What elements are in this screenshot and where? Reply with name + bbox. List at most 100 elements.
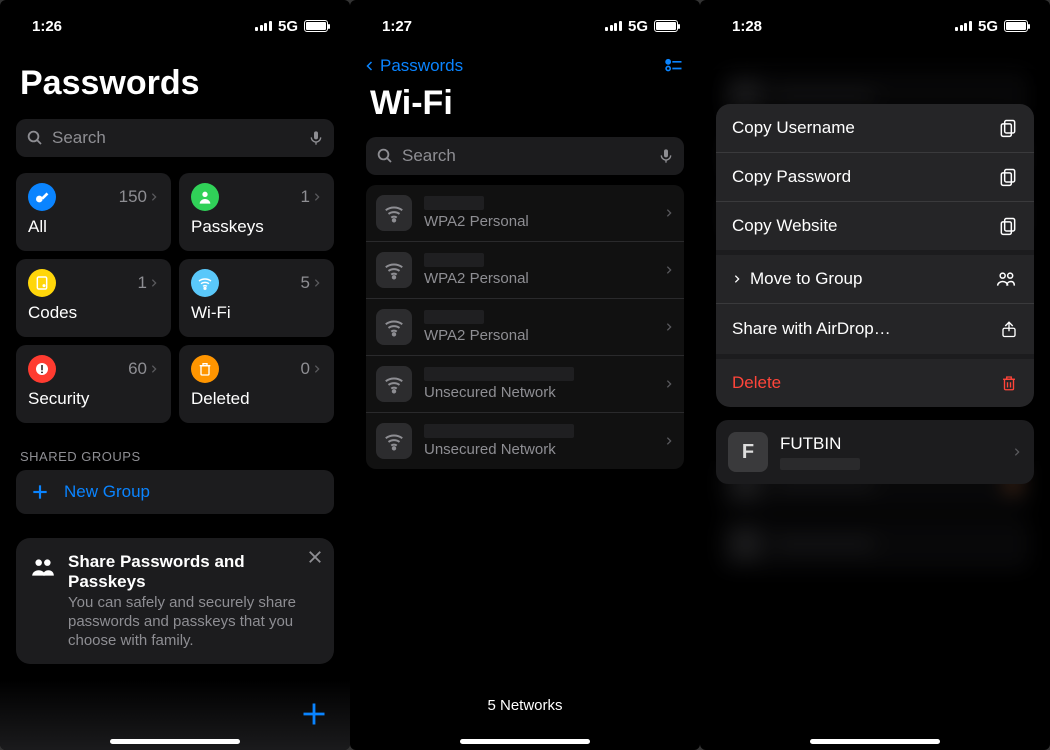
wifi-security: WPA2 Personal — [424, 213, 652, 230]
add-button[interactable] — [300, 700, 328, 728]
site-badge: F — [728, 432, 768, 472]
chevron-right-icon — [664, 262, 674, 278]
close-icon[interactable] — [306, 548, 324, 566]
tile-count: 150 — [119, 187, 159, 207]
menu-label: Copy Password — [732, 167, 851, 187]
tile-count: 5 — [301, 273, 322, 293]
wifi-name-redacted — [424, 367, 574, 381]
share-airdrop-item[interactable]: Share with AirDrop… — [716, 304, 1034, 359]
battery-icon — [304, 20, 328, 32]
network-label: 5G — [628, 18, 648, 35]
copy-username-item[interactable]: Copy Username — [716, 104, 1034, 153]
mic-icon[interactable] — [658, 146, 674, 166]
tile-codes[interactable]: 1 Codes — [16, 259, 171, 337]
wifi-row[interactable]: WPA2 Personal — [366, 242, 684, 299]
network-count: 5 Networks — [350, 697, 700, 714]
copy-icon — [998, 167, 1018, 187]
tile-security[interactable]: 60 Security — [16, 345, 171, 423]
passkeys-icon — [191, 183, 219, 211]
sort-button[interactable] — [662, 56, 686, 76]
wifi-icon — [191, 269, 219, 297]
wifi-security: WPA2 Personal — [424, 270, 652, 287]
wifi-row[interactable]: WPA2 Personal — [366, 185, 684, 242]
search-input[interactable] — [52, 128, 300, 148]
wifi-icon — [376, 252, 412, 288]
chevron-right-icon — [312, 190, 322, 204]
status-bar: 1:27 5G — [350, 0, 700, 44]
home-indicator[interactable] — [460, 739, 590, 744]
home-indicator[interactable] — [810, 739, 940, 744]
new-group-button[interactable]: New Group — [16, 470, 334, 514]
wifi-security: Unsecured Network — [424, 441, 652, 458]
wifi-icon — [376, 309, 412, 345]
wifi-icon — [376, 423, 412, 459]
page-title: Wi-Fi — [350, 84, 700, 129]
mic-icon[interactable] — [308, 128, 324, 148]
copy-website-item[interactable]: Copy Website — [716, 202, 1034, 255]
move-to-group-item[interactable]: Move to Group — [716, 255, 1034, 304]
context-menu: Copy Username Copy Password Copy Website… — [716, 104, 1034, 407]
share-icon — [1000, 318, 1018, 340]
battery-icon — [1004, 20, 1028, 32]
copy-password-item[interactable]: Copy Password — [716, 153, 1034, 202]
wifi-name-redacted — [424, 310, 484, 324]
network-label: 5G — [278, 18, 298, 35]
tile-deleted[interactable]: 0 Deleted — [179, 345, 334, 423]
site-subtitle-redacted — [780, 458, 860, 470]
password-context-menu-screen: 1:28 5G Copy Username Copy Password Copy… — [700, 0, 1050, 750]
menu-label: Share with AirDrop… — [732, 319, 891, 339]
tile-count: 60 — [128, 359, 159, 379]
search-field[interactable] — [366, 137, 684, 175]
copy-icon — [998, 216, 1018, 236]
category-grid: 150 All 1 Passkeys 1 — [0, 165, 350, 431]
home-indicator[interactable] — [110, 739, 240, 744]
tile-passkeys[interactable]: 1 Passkeys — [179, 173, 334, 251]
wifi-name-redacted — [424, 424, 574, 438]
shared-groups-header: SHARED GROUPS — [0, 431, 350, 470]
nav-bar: Passwords — [350, 44, 700, 84]
wifi-row[interactable]: WPA2 Personal — [366, 299, 684, 356]
promo-title: Share Passwords and Passkeys — [68, 552, 320, 592]
selected-password-card[interactable]: F FUTBIN — [716, 420, 1034, 484]
search-input[interactable] — [402, 146, 650, 166]
menu-label: Move to Group — [750, 269, 862, 289]
page-title: Passwords — [0, 44, 350, 111]
wifi-security: WPA2 Personal — [424, 327, 652, 344]
share-promo-card[interactable]: Share Passwords and Passkeys You can saf… — [16, 538, 334, 664]
plus-icon — [30, 482, 50, 502]
search-field[interactable] — [16, 119, 334, 157]
wifi-row[interactable]: Unsecured Network — [366, 356, 684, 413]
back-label: Passwords — [380, 56, 463, 76]
security-icon — [28, 355, 56, 383]
wifi-name-redacted — [424, 196, 484, 210]
search-icon — [376, 147, 394, 165]
clock: 1:27 — [382, 18, 412, 35]
clock: 1:28 — [732, 18, 762, 35]
tile-all[interactable]: 150 All — [16, 173, 171, 251]
cellular-icon — [605, 21, 622, 31]
network-label: 5G — [978, 18, 998, 35]
chevron-right-icon — [312, 276, 322, 290]
menu-label: Copy Website — [732, 216, 838, 236]
status-bar: 1:26 5G — [0, 0, 350, 44]
chevron-right-icon — [149, 362, 159, 376]
chevron-right-icon — [312, 362, 322, 376]
wifi-row[interactable]: Unsecured Network — [366, 413, 684, 469]
tile-label: Wi-Fi — [191, 303, 322, 323]
back-button[interactable]: Passwords — [364, 56, 463, 76]
codes-icon — [28, 269, 56, 297]
wifi-list-screen: 1:27 5G Passwords Wi-Fi — [350, 0, 700, 750]
group-icon — [994, 269, 1018, 289]
chevron-right-icon — [1012, 444, 1022, 460]
search-icon — [26, 129, 44, 147]
delete-item[interactable]: Delete — [716, 359, 1034, 407]
tile-wifi[interactable]: 5 Wi-Fi — [179, 259, 334, 337]
menu-label: Delete — [732, 373, 781, 393]
battery-icon — [654, 20, 678, 32]
tile-label: Codes — [28, 303, 159, 323]
chevron-right-icon — [664, 205, 674, 221]
promo-body: You can safely and securely share passwo… — [68, 594, 320, 650]
menu-label: Copy Username — [732, 118, 855, 138]
tile-count: 1 — [301, 187, 322, 207]
passwords-home-screen: 1:26 5G Passwords 150 All — [0, 0, 350, 750]
